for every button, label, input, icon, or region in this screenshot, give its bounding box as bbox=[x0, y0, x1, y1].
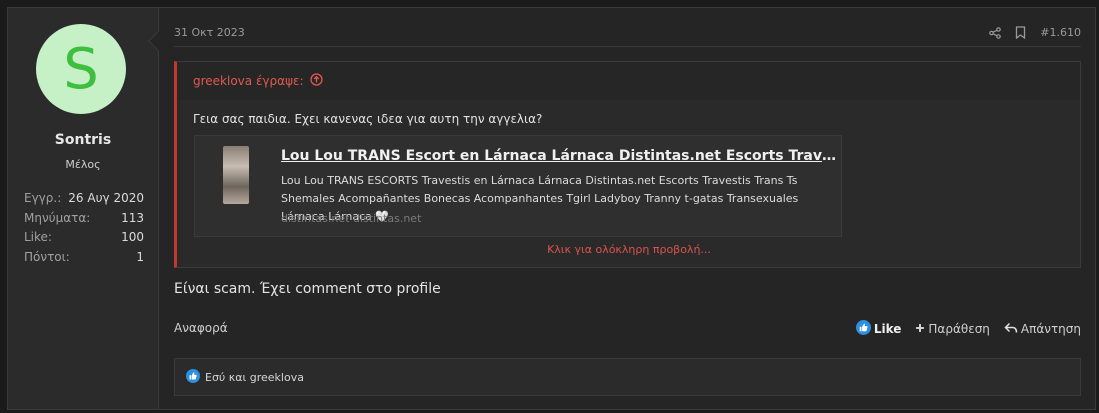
post-container: S Sontris Μέλος Εγγρ.: 26 Αυγ 2020 Μηνύμ… bbox=[7, 7, 1096, 410]
stat-row-messages: Μηνύματα: 113 bbox=[24, 209, 144, 229]
user-sidebar: S Sontris Μέλος Εγγρ.: 26 Αυγ 2020 Μηνύμ… bbox=[8, 8, 159, 409]
arrow-up-circle-icon[interactable] bbox=[309, 73, 323, 89]
link-preview-card[interactable]: Lou Lou TRANS Escort en Lárnaca Lárnaca … bbox=[194, 135, 842, 237]
quote-header: greeklova έγραψε: bbox=[177, 62, 1080, 100]
stat-row-likes: Like: 100 bbox=[24, 228, 144, 248]
share-icon[interactable] bbox=[989, 26, 1002, 39]
avatar[interactable]: S bbox=[36, 24, 126, 114]
stat-label: Like: bbox=[24, 230, 52, 245]
stat-value: 1 bbox=[136, 250, 144, 265]
post-date[interactable]: 31 Οκτ 2023 bbox=[174, 26, 245, 39]
reply-button[interactable]: Απάντηση bbox=[1004, 322, 1081, 337]
avatar-letter: S bbox=[63, 36, 99, 102]
report-link[interactable]: Αναφορά bbox=[174, 321, 228, 335]
thumbs-up-icon bbox=[186, 368, 200, 386]
bookmark-icon[interactable] bbox=[1015, 26, 1026, 39]
user-stats: Εγγρ.: 26 Αυγ 2020 Μηνύματα: 113 Like: 1… bbox=[24, 189, 144, 268]
post-number-link[interactable]: #1.610 bbox=[1040, 26, 1081, 39]
quote-author-link[interactable]: greeklova έγραψε: bbox=[193, 74, 304, 88]
stat-value: 100 bbox=[121, 230, 144, 245]
post-main: 31 Οκτ 2023 #1.610 greeklova έγραψε: Γει… bbox=[174, 8, 1081, 409]
user-title: Μέλος bbox=[65, 158, 101, 171]
link-preview-domain: distintas.net distintas.net bbox=[281, 212, 422, 225]
quote-button[interactable]: Παράθεση bbox=[915, 322, 990, 336]
stat-row-joined: Εγγρ.: 26 Αυγ 2020 bbox=[24, 189, 144, 209]
reply-label: Απάντηση bbox=[1020, 322, 1081, 336]
link-preview-thumbnail[interactable] bbox=[223, 146, 249, 204]
stat-row-points: Πόντοι: 1 bbox=[24, 248, 144, 268]
quote-text: Γεια σας παιδια. Εχει κανενας ιδεα για α… bbox=[193, 112, 543, 126]
thumbs-up-icon bbox=[855, 320, 871, 338]
quote-block: greeklova έγραψε: Γεια σας παιδια. Εχει … bbox=[174, 61, 1081, 268]
reactions-bar[interactable]: Εσύ και greeklova bbox=[174, 358, 1081, 396]
quote-label: Παράθεση bbox=[928, 322, 990, 336]
expand-quote-link[interactable]: Κλικ για ολόκληρη προβολή... bbox=[177, 243, 1081, 256]
stat-label: Πόντοι: bbox=[24, 250, 70, 265]
reactions-text[interactable]: Εσύ και greeklova bbox=[205, 371, 304, 384]
reply-icon bbox=[1004, 322, 1018, 337]
like-label: Like bbox=[873, 322, 902, 336]
stat-label: Εγγρ.: bbox=[24, 191, 62, 205]
post-content: Είναι scam. Έχει comment στο profile bbox=[174, 281, 441, 297]
post-meta-actions: #1.610 bbox=[989, 26, 1081, 39]
post-meta: 31 Οκτ 2023 #1.610 bbox=[174, 26, 1081, 47]
link-preview-title[interactable]: Lou Lou TRANS Escort en Lárnaca Lárnaca … bbox=[281, 148, 836, 164]
like-button[interactable]: Like bbox=[855, 320, 902, 338]
plus-icon bbox=[915, 322, 925, 336]
post-actions: Αναφορά Like Παράθεση Απάντηση bbox=[174, 320, 1081, 341]
stat-value: 26 Αυγ 2020 bbox=[68, 191, 144, 205]
post-actions-right: Like Παράθεση Απάντηση bbox=[855, 320, 1081, 338]
stat-label: Μηνύματα: bbox=[24, 210, 91, 225]
username-link[interactable]: Sontris bbox=[8, 132, 158, 148]
stat-value: 113 bbox=[121, 210, 144, 225]
